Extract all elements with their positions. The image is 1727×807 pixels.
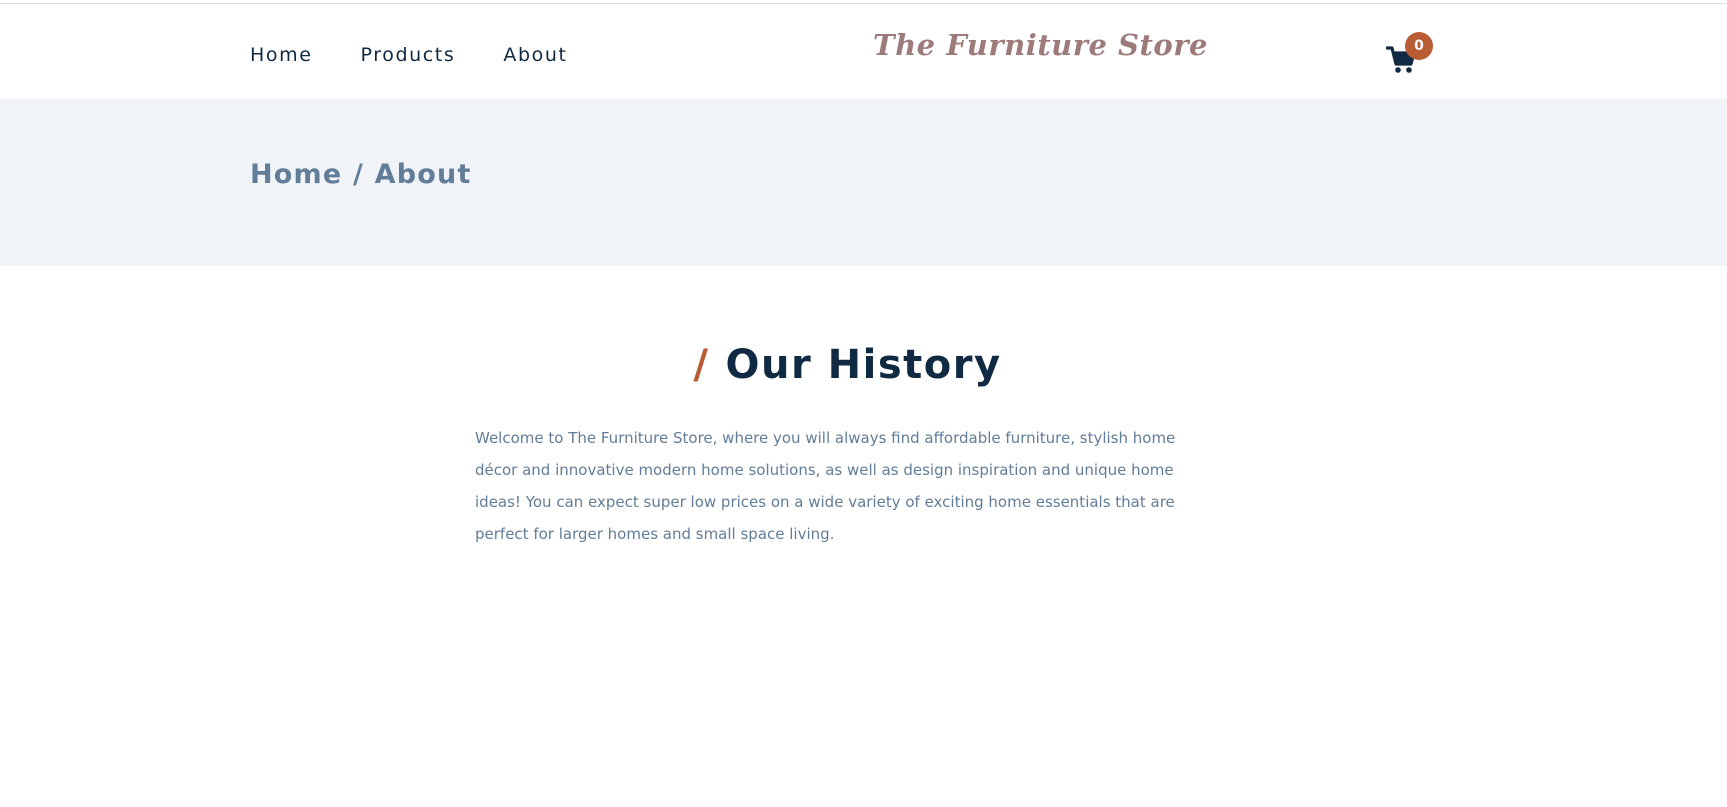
site-header: Home Products About The Furniture Store … [0, 4, 1727, 99]
history-section: / Our History Welcome to The Furniture St… [0, 266, 1727, 807]
cart-count-badge: 0 [1405, 32, 1433, 60]
nav-link-products[interactable]: Products [361, 44, 456, 66]
nav-link-about[interactable]: About [503, 44, 567, 66]
title-slash: / [693, 342, 710, 388]
nav-link-home[interactable]: Home [250, 44, 313, 66]
section-title-text: Our History [725, 342, 1002, 388]
history-paragraph: Welcome to The Furniture Store, where yo… [475, 429, 1176, 543]
brand-logo[interactable]: The Furniture Store [873, 28, 1208, 62]
main-nav: Home Products About [250, 44, 616, 66]
page-hero: Home / About [0, 99, 1727, 266]
section-title: / Our History [0, 342, 1695, 388]
cart-button[interactable]: 0 [1386, 32, 1433, 76]
breadcrumb: Home / About [250, 159, 472, 190]
